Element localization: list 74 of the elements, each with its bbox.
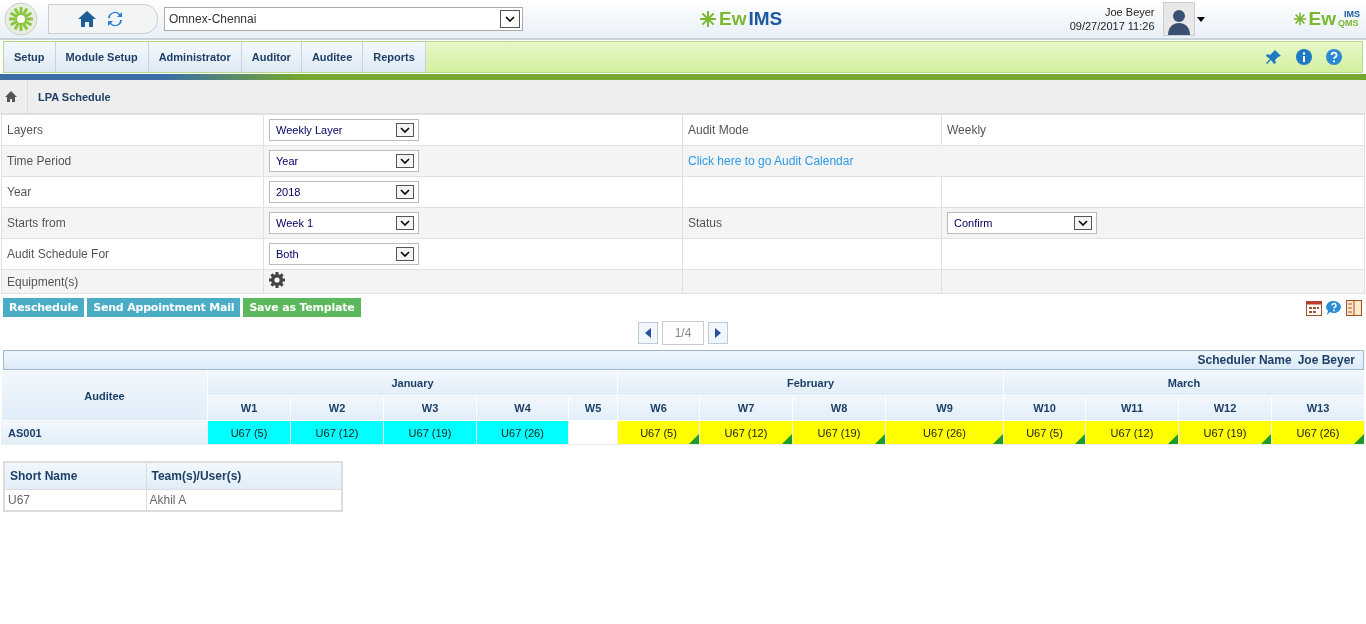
info-icon[interactable] [1296,49,1312,65]
menu-tab[interactable]: Auditor [241,42,302,72]
week-header: W3 [383,395,477,421]
gear-icon[interactable] [269,272,285,288]
brand-logo: EwIMS [699,4,783,34]
field-label: Time Period [7,154,72,168]
home-icon[interactable] [5,91,17,102]
menu-tab[interactable]: Administrator [148,42,242,72]
select-field[interactable]: Both [269,243,419,265]
select-field[interactable]: Weekly Layer [269,119,419,141]
menu-tab[interactable]: Reports [363,42,426,72]
week-header: W9 [885,395,1004,421]
menu-tab[interactable]: Setup [4,42,56,72]
field-value: Weekly [947,123,987,137]
schedule-entry[interactable]: U67 (12) [290,420,384,445]
location-select[interactable]: Omnex-Chennai [164,7,523,31]
field-label: Status [688,216,723,230]
week-header: W6 [617,395,700,421]
schedule-entry[interactable]: U67 (19) [1178,420,1272,445]
breadcrumb-current: LPA Schedule [38,90,111,103]
field-label: Layers [7,123,44,137]
week-header: W10 [1003,395,1086,421]
menu-tab[interactable]: Module Setup [55,42,149,72]
refresh-icon[interactable] [107,11,123,27]
week-header: W13 [1271,395,1365,421]
left-triangle-icon [645,328,651,338]
pin-icon[interactable] [1266,49,1282,65]
right-triangle-icon [715,328,721,338]
month-header: January [207,370,618,396]
week-header: W7 [699,395,793,421]
login-datetime: 09/27/2017 11:26 [1069,19,1155,33]
field-label: Equipment(s) [7,274,79,289]
week-header: W8 [792,395,886,421]
schedule-entry[interactable]: U67 (12) [699,420,793,445]
column-header: Auditee [1,370,208,421]
next-page-button[interactable] [708,322,728,344]
avatar-silhouette-icon[interactable] [1162,2,1195,36]
field-label: Year [7,185,32,199]
select-field[interactable]: Year [269,150,419,172]
help-bubble-icon[interactable] [1326,299,1342,316]
menu-tab[interactable]: Auditee [301,42,364,72]
field-label: Audit Schedule For [7,247,110,261]
month-header: February [617,370,1004,396]
week-header: W2 [290,395,384,421]
sunburst-logo-icon [4,2,38,36]
week-header: W12 [1178,395,1272,421]
help-icon[interactable] [1326,49,1342,65]
calendar-icon[interactable] [1306,299,1322,316]
schedule-entry[interactable]: U67 (26) [1271,420,1365,445]
user-name: Joe Beyer [1104,5,1155,19]
schedule-entry[interactable]: U67 (26) [476,420,569,445]
column-header: Team(s)/User(s) [146,462,342,490]
select-field[interactable]: Week 1 [269,212,419,234]
field-label: Starts from [7,216,66,230]
scheduler-label: Scheduler Name [1197,353,1292,367]
home-icon[interactable] [77,10,97,28]
week-header: W4 [476,395,569,421]
schedule-entry[interactable]: U67 (19) [383,420,477,445]
scheduler-name: Joe Beyer [1297,353,1355,367]
select-field[interactable]: 2018 [269,181,419,203]
schedule-entry[interactable]: U67 (12) [1085,420,1179,445]
caret-icon[interactable] [1196,16,1205,22]
field-label: Audit Mode [688,123,749,137]
auditee-cell: AS001 [1,420,208,445]
select-field[interactable]: Confirm [947,212,1097,234]
schedule-entry[interactable]: U67 (19) [792,420,886,445]
month-header: March [1003,370,1365,396]
week-header: W11 [1085,395,1179,421]
columns-icon[interactable] [1346,299,1362,316]
week-header: W1 [207,395,291,421]
page-indicator: 1/4 [662,321,704,345]
previous-page-button[interactable] [638,322,658,344]
column-header: Short Name [4,462,146,490]
schedule-entry[interactable]: U67 (26) [885,420,1004,445]
